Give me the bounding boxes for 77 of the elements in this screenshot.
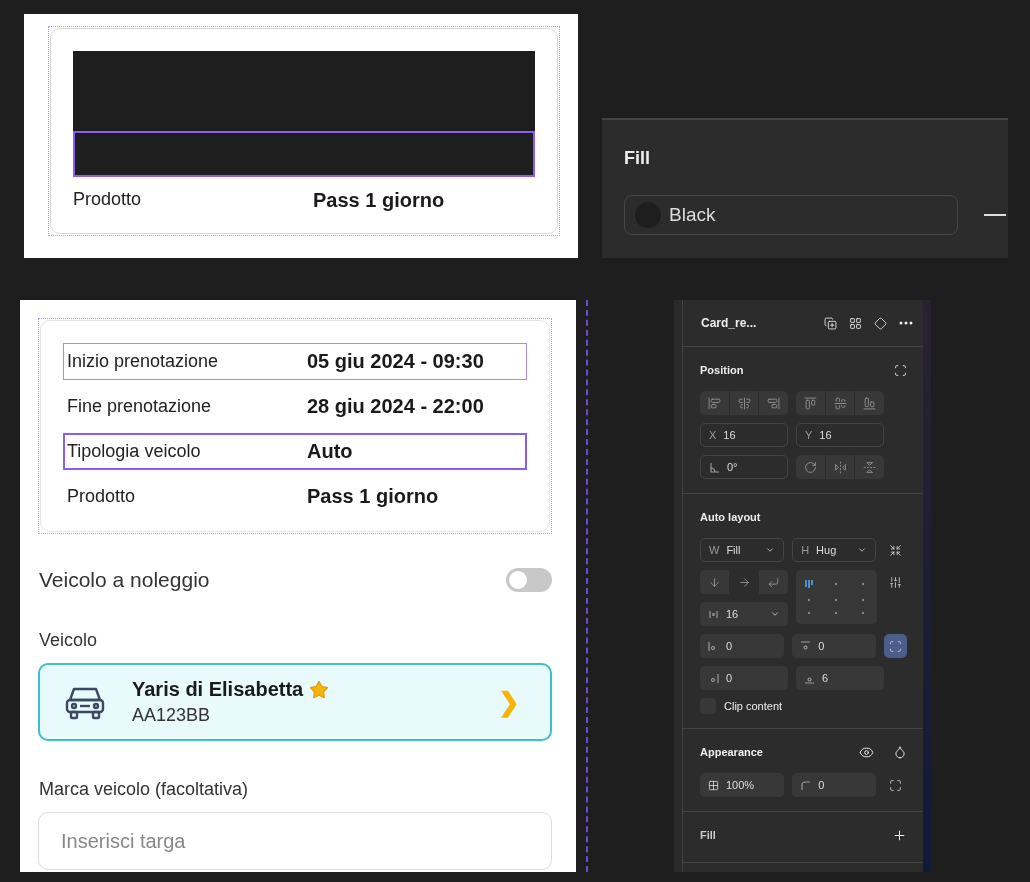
rotation-field[interactable]: 0° (700, 455, 788, 479)
padding-left-field[interactable]: 0 (700, 634, 785, 658)
width-dropdown[interactable]: W Fill (700, 538, 785, 562)
rotate-icon (803, 460, 817, 474)
section-label: Veicolo (39, 630, 99, 651)
row-value: 28 giu 2024 - 22:00 (307, 395, 484, 418)
field-label: Marca veicolo (facoltativa) (39, 779, 250, 800)
row-value: Pass 1 giorno (307, 485, 439, 508)
chevron-down-icon (857, 545, 868, 555)
opacity-icon (708, 779, 719, 791)
row-label: Fine prenotazione (67, 396, 213, 417)
diamond-icon (874, 316, 887, 330)
padding-toggle-button[interactable] (884, 634, 907, 658)
scan-icon (889, 639, 903, 653)
height-dropdown[interactable]: H Hug (792, 538, 877, 562)
align-left-icon (707, 396, 721, 410)
row-label: Prodotto (73, 189, 143, 211)
arrow-down-icon (707, 575, 721, 589)
brand-input-field[interactable]: Inserisci targa (38, 812, 552, 870)
chevron-down-icon (770, 609, 780, 619)
padding-top-field[interactable]: 0 (792, 634, 877, 658)
arrow-right-icon (737, 575, 751, 589)
chevron: ❯ (498, 686, 520, 718)
alignment-bars-icon (805, 579, 814, 588)
flip-horizontal-icon (833, 460, 847, 474)
y-field[interactable]: Y 16 (796, 423, 884, 447)
corner-radius-icon (800, 779, 812, 791)
vehicle-name: Yaris di Elisabetta (132, 678, 304, 701)
vehicle-card[interactable]: Yaris di Elisabetta AA123BB ❯ (38, 663, 552, 741)
row-value: 05 giu 2024 - 09:30 (307, 350, 484, 373)
align-center-icon (737, 396, 751, 410)
flip-vertical-icon (863, 460, 877, 474)
license-plate: AA123BB (132, 705, 212, 726)
align-top-icon (803, 396, 817, 410)
row-label: Tipologia veicolo (67, 441, 202, 462)
padding-right-field[interactable]: 0 (700, 666, 788, 690)
align-middle-icon (833, 396, 847, 410)
toggle-label: Veicolo a noleggio (39, 568, 210, 592)
align-button-group[interactable] (700, 391, 788, 415)
rental-switch[interactable] (506, 568, 552, 592)
copy-icon (824, 316, 837, 330)
checkbox-label: Clip content (724, 700, 783, 712)
section-title: Auto layout (700, 511, 761, 523)
fill-swatch-field[interactable]: Black (624, 195, 958, 235)
align-bottom-icon (863, 396, 877, 410)
expand-icon (889, 778, 903, 792)
align-right-icon (767, 396, 781, 410)
opacity-field[interactable]: 100% (700, 773, 785, 797)
padding-bottom-field[interactable]: 6 (796, 666, 884, 690)
gap-field[interactable]: 16 (700, 602, 788, 626)
section-title: Fill (624, 148, 651, 169)
radius-field[interactable]: 0 (792, 773, 877, 797)
sliders-icon (889, 575, 903, 589)
wrap-arrow-icon (767, 575, 781, 589)
transform-button-group[interactable] (796, 455, 884, 479)
more-icon (899, 321, 913, 325)
section-title: Appearance (700, 746, 763, 758)
row-value: Auto (307, 440, 353, 463)
section-title: Position (700, 364, 744, 376)
row-label: Prodotto (67, 486, 137, 507)
padding-top-icon (800, 640, 812, 652)
row-label: Inizio prenotazione (67, 351, 220, 372)
scan-icon (894, 363, 907, 377)
grid-icon (849, 316, 862, 330)
eye-icon (858, 744, 874, 760)
row-value: Pass 1 giorno (313, 189, 445, 212)
x-field[interactable]: X 16 (700, 423, 788, 447)
add-icon (892, 827, 907, 843)
padding-right-icon (708, 672, 719, 684)
shrink-icon (889, 543, 903, 557)
chevron-down-icon (765, 545, 776, 555)
align-button-group[interactable] (796, 391, 884, 415)
droplet-icon (893, 745, 907, 759)
gap-icon (708, 608, 719, 620)
layer-title: Card_re... (701, 316, 758, 330)
angle-icon (709, 461, 720, 473)
section-title: Fill (700, 829, 716, 841)
